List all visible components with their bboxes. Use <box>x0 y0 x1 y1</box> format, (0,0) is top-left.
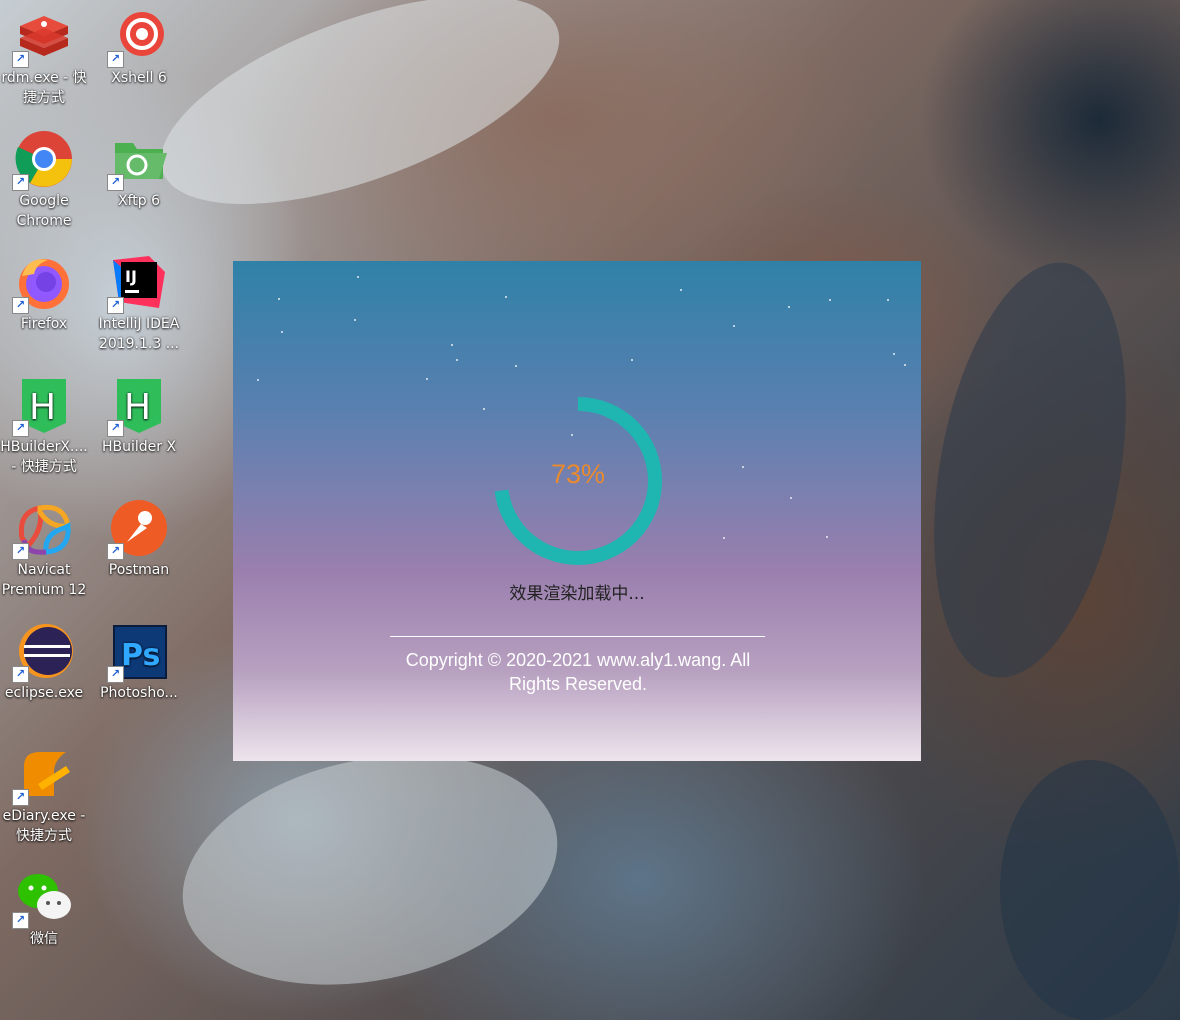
desktop-icon-photoshop[interactable]: Ps ↗ Photosho... <box>91 615 187 733</box>
eclipse-icon: ↗ <box>12 621 74 683</box>
shortcut-arrow-icon: ↗ <box>12 789 29 806</box>
desktop-icon-rdm[interactable]: ↗ rdm.exe - 快 捷方式 <box>0 0 92 118</box>
icon-label: Firefox <box>20 316 68 332</box>
sky-star <box>742 466 744 468</box>
svg-text:H: H <box>124 387 151 428</box>
progress-percent-text: 73% <box>550 459 606 489</box>
postman-icon: ↗ <box>107 498 169 560</box>
svg-text:Ps: Ps <box>121 638 160 673</box>
shortcut-arrow-icon: ↗ <box>12 543 29 560</box>
icon-label: 微信 <box>30 931 58 947</box>
icon-label: Postman <box>108 562 170 578</box>
redis-icon: ↗ <box>12 6 74 68</box>
wallpaper-stroke <box>1000 760 1180 1020</box>
sky-star <box>680 289 682 291</box>
sky-star <box>505 296 507 298</box>
desktop-icon-hbuilderx[interactable]: H ↗ HBuilder X <box>91 369 187 487</box>
photoshop-icon: Ps ↗ <box>107 621 169 683</box>
intellij-icon: IJ ↗ <box>107 252 169 314</box>
wechat-icon: ↗ <box>12 867 74 929</box>
shortcut-arrow-icon: ↗ <box>12 297 29 314</box>
sky-star <box>733 325 735 327</box>
shortcut-arrow-icon: ↗ <box>107 51 124 68</box>
desktop-icon-intellij[interactable]: IJ ↗ IntelliJ IDEA 2019.1.3 ... <box>91 246 187 364</box>
desktop-icon-postman[interactable]: ↗ Postman <box>91 492 187 610</box>
icon-label: Google Chrome <box>16 193 72 229</box>
sky-star <box>723 537 725 539</box>
sky-star <box>426 378 428 380</box>
sky-star <box>515 365 517 367</box>
sky-star <box>631 359 633 361</box>
desktop-icon-eclipse[interactable]: ↗ eclipse.exe <box>0 615 92 733</box>
sky-star <box>451 344 453 346</box>
sky-star <box>257 379 259 381</box>
icon-label: Photosho... <box>100 685 178 701</box>
desktop-icon-xftp[interactable]: ↗ Xftp 6 <box>91 123 187 241</box>
sky-star <box>456 359 458 361</box>
loading-status-text: 效果渲染加载中... <box>509 584 645 604</box>
sky-star <box>790 497 792 499</box>
shortcut-arrow-icon: ↗ <box>107 174 124 191</box>
loading-splash-window: 73% 效果渲染加载中... Copyright © 2020-2021 www… <box>233 261 921 761</box>
shortcut-arrow-icon: ↗ <box>107 543 124 560</box>
shortcut-arrow-icon: ↗ <box>107 297 124 314</box>
icon-label: eDiary.exe - 快捷方式 <box>2 808 86 844</box>
desktop-icon-wechat[interactable]: ↗ 微信 <box>0 861 92 979</box>
icon-label: rdm.exe - 快 捷方式 <box>1 70 87 106</box>
icon-label: eclipse.exe <box>4 685 84 701</box>
desktop-icon-xshell[interactable]: ↗ Xshell 6 <box>91 0 187 118</box>
sky-star <box>354 319 356 321</box>
sky-star <box>278 298 280 300</box>
icon-label: Navicat Premium 12 <box>1 562 87 598</box>
shortcut-arrow-icon: ↗ <box>12 420 29 437</box>
shortcut-arrow-icon: ↗ <box>107 420 124 437</box>
hbuilder-icon: H ↗ <box>12 375 74 437</box>
firefox-icon: ↗ <box>12 252 74 314</box>
svg-text:H: H <box>29 387 56 428</box>
shortcut-arrow-icon: ↗ <box>107 666 124 683</box>
chrome-icon: ↗ <box>12 129 74 191</box>
svg-text:IJ: IJ <box>125 267 137 286</box>
desktop-icon-firefox[interactable]: ↗ Firefox <box>0 246 92 364</box>
shortcut-arrow-icon: ↗ <box>12 912 29 929</box>
copyright-text: Copyright © 2020-2021 www.aly1.wang. All… <box>405 650 751 694</box>
sky-star <box>893 353 895 355</box>
desktop-icon-ediary[interactable]: ↗ eDiary.exe - 快捷方式 <box>0 738 92 856</box>
sky-star <box>483 408 485 410</box>
shortcut-arrow-icon: ↗ <box>12 666 29 683</box>
navicat-icon: ↗ <box>12 498 74 560</box>
xshell-icon: ↗ <box>107 6 169 68</box>
sky-star <box>357 276 359 278</box>
hbuilder-icon: H ↗ <box>107 375 169 437</box>
sky-star <box>826 536 828 538</box>
icon-label: Xftp 6 <box>117 193 160 209</box>
sky-star <box>904 364 906 366</box>
sky-star <box>281 331 283 333</box>
sky-star <box>788 306 790 308</box>
wallpaper-stroke <box>161 722 579 1018</box>
shortcut-arrow-icon: ↗ <box>12 51 29 68</box>
desktop-icon-hbuilderx-shortcut[interactable]: H ↗ HBuilderX.... - 快捷方式 <box>0 369 92 487</box>
divider <box>390 636 765 637</box>
icon-label: HBuilderX.... - 快捷方式 <box>0 439 88 475</box>
desktop-icon-navicat[interactable]: ↗ Navicat Premium 12 <box>0 492 92 610</box>
sky-star <box>829 299 831 301</box>
ediary-icon: ↗ <box>12 744 74 806</box>
icon-label: Xshell 6 <box>111 70 167 86</box>
shortcut-arrow-icon: ↗ <box>12 174 29 191</box>
icon-label: HBuilder X <box>101 439 177 455</box>
desktop-icon-chrome[interactable]: ↗ Google Chrome <box>0 123 92 241</box>
xftp-icon: ↗ <box>107 129 169 191</box>
wallpaper-stroke <box>135 0 585 247</box>
sky-star <box>887 299 889 301</box>
icon-label: IntelliJ IDEA 2019.1.3 ... <box>98 316 180 352</box>
wallpaper-stroke <box>904 247 1156 693</box>
